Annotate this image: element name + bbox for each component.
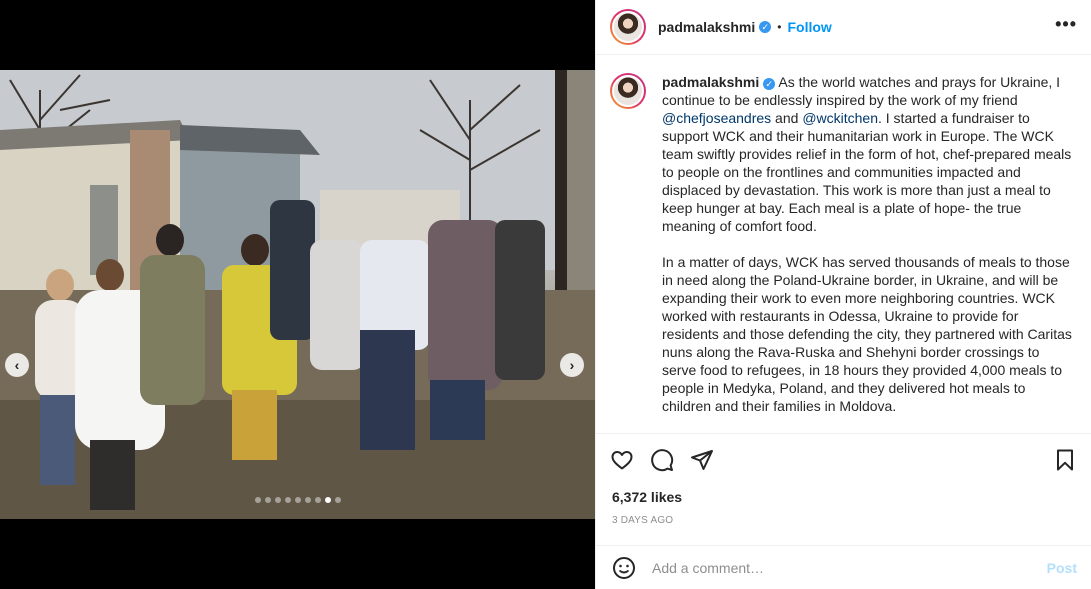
paper-plane-icon[interactable] <box>690 448 714 472</box>
comment-input[interactable] <box>652 559 1047 576</box>
post-media: ‹ › <box>0 0 595 589</box>
caption-body: . I started a fundraiser to support WCK … <box>662 110 1072 234</box>
comment-icon[interactable] <box>650 448 674 472</box>
carousel-dot <box>284 497 291 503</box>
smiley-icon[interactable] <box>612 556 636 580</box>
caption-text: padmalakshmi ✓ As the world watches and p… <box>662 73 1077 415</box>
carousel-dot <box>294 497 301 503</box>
carousel-dot <box>314 497 321 503</box>
caption-avatar[interactable] <box>610 73 646 109</box>
comment-bar: Post <box>596 545 1091 589</box>
post-timestamp[interactable]: 3 DAYS AGO <box>612 515 673 526</box>
post-header: padmalakshmi ✓ • Follow ••• <box>596 0 1091 55</box>
mention-link[interactable]: @wckitchen <box>802 110 878 126</box>
carousel-prev-button[interactable]: ‹ <box>5 353 29 377</box>
heart-icon[interactable] <box>610 448 634 472</box>
carousel-dot <box>324 497 331 503</box>
more-options-icon[interactable]: ••• <box>1055 14 1077 35</box>
action-bar <box>610 444 1077 476</box>
post-photo[interactable]: ‹ › <box>0 70 595 519</box>
photo-illustration <box>0 70 595 519</box>
bookmark-icon[interactable] <box>1053 448 1077 472</box>
author-username[interactable]: padmalakshmi <box>658 19 755 35</box>
carousel-dot <box>334 497 341 503</box>
carousel-next-button[interactable]: › <box>560 353 584 377</box>
header-separator: • <box>777 20 782 34</box>
follow-button[interactable]: Follow <box>787 19 831 35</box>
post-comment-button[interactable]: Post <box>1047 560 1077 576</box>
caption-section: padmalakshmi ✓ As the world watches and p… <box>596 55 1091 434</box>
author-avatar[interactable] <box>610 9 646 45</box>
carousel-dot <box>304 497 311 503</box>
caption-paragraph: In a matter of days, WCK has served thou… <box>662 254 1072 414</box>
carousel-dot <box>254 497 261 503</box>
carousel-dot <box>264 497 271 503</box>
verified-badge-icon: ✓ <box>763 78 776 90</box>
carousel-indicator <box>0 497 595 503</box>
verified-badge-icon: ✓ <box>759 21 772 33</box>
caption-body: and <box>771 110 803 126</box>
post-panel: padmalakshmi ✓ • Follow ••• padmalakshmi… <box>595 0 1091 589</box>
caption-username[interactable]: padmalakshmi <box>662 74 759 90</box>
likes-count[interactable]: 6,372 likes <box>612 489 682 505</box>
mention-link[interactable]: @chefjoseandres <box>662 110 771 126</box>
carousel-dot <box>274 497 281 503</box>
